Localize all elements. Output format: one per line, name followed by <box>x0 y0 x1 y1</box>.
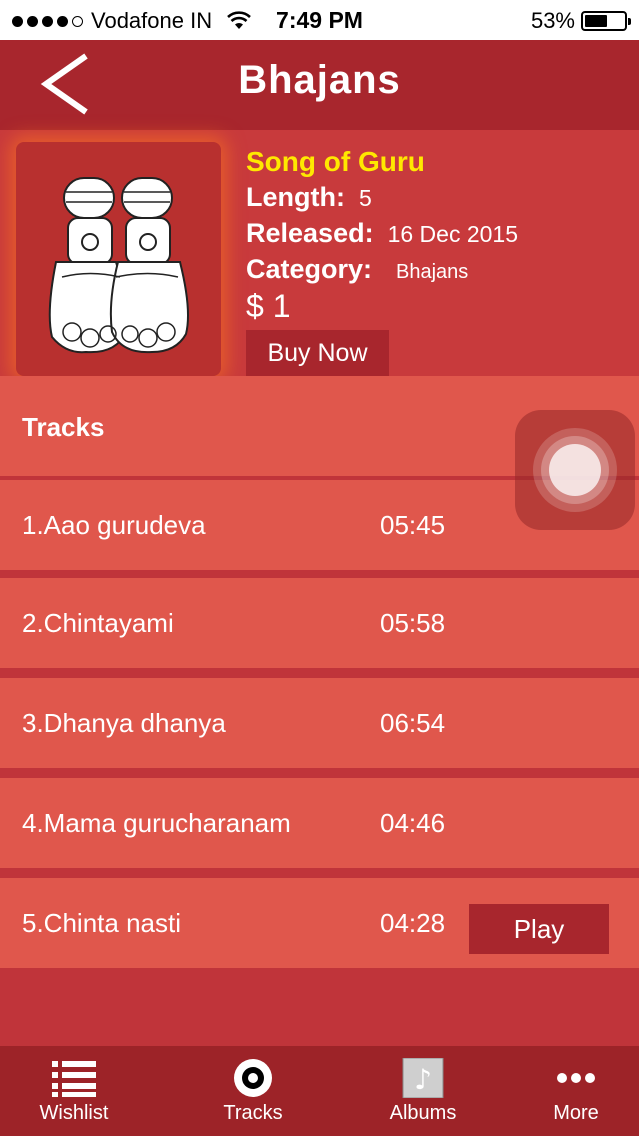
page-title: Bhajans <box>238 58 401 102</box>
track-duration: 06:54 <box>380 708 446 738</box>
released-row: Released: 16 Dec 2015 <box>246 218 518 249</box>
track-duration: 04:46 <box>380 808 446 838</box>
track-row[interactable]: 2.Chintayami 05:58 <box>0 578 639 668</box>
category-row: Category: Bhajans <box>246 254 468 285</box>
track-duration: 05:45 <box>380 510 446 540</box>
track-name: 2.Chintayami <box>22 608 174 638</box>
track-name: 5.Chinta nasti <box>22 908 181 938</box>
track-name: 4.Mama gurucharanam <box>22 808 291 838</box>
track-row[interactable]: 5.Chinta nasti 04:28 Play <box>0 878 639 968</box>
assistive-touch-button[interactable] <box>515 410 635 530</box>
tab-label: Albums <box>389 1102 457 1124</box>
tab-tracks[interactable]: Tracks <box>193 1046 313 1136</box>
guru-feet-illustration <box>48 177 189 354</box>
svg-text:♪: ♪ <box>414 1063 432 1096</box>
tab-bar: Wishlist Tracks ♪ Albums More <box>0 1046 639 1136</box>
battery-percent: 53% <box>530 8 575 33</box>
music-note-icon: ♪ <box>402 1058 444 1098</box>
track-name: 3.Dhanya dhanya <box>22 708 226 738</box>
album-header: Song of Guru Length: 5 Released: 16 Dec … <box>0 130 639 376</box>
tab-label: Wishlist <box>39 1102 109 1124</box>
battery-icon <box>581 11 631 31</box>
album-cover <box>16 142 221 376</box>
track-duration: 05:58 <box>380 608 446 638</box>
status-bar: Vodafone IN 7:49 PM 53% <box>0 0 639 40</box>
play-button[interactable]: Play <box>469 904 609 954</box>
tab-wishlist[interactable]: Wishlist <box>14 1046 134 1136</box>
released-label: Released: <box>246 218 374 248</box>
album-title: Song of Guru <box>246 146 425 177</box>
nav-bar: Bhajans <box>0 40 639 130</box>
category-value: Bhajans <box>396 261 469 283</box>
track-row[interactable]: 4.Mama gurucharanam 04:46 <box>0 778 639 868</box>
tracks-header-label: Tracks <box>22 412 105 442</box>
length-row: Length: 5 <box>246 182 372 213</box>
buy-now-button[interactable]: Buy Now <box>246 330 389 376</box>
tab-albums[interactable]: ♪ Albums <box>363 1046 483 1136</box>
album-price: $ 1 <box>246 288 291 324</box>
list-icon <box>52 1061 96 1097</box>
length-value: 5 <box>358 185 372 211</box>
ellipsis-icon <box>557 1073 595 1083</box>
length-label: Length: <box>246 182 345 212</box>
battery-info: 53% <box>530 8 631 34</box>
tab-more[interactable]: More <box>516 1046 636 1136</box>
tab-label: More <box>553 1102 599 1124</box>
category-label: Category: <box>246 254 373 284</box>
tab-label: Tracks <box>223 1102 283 1124</box>
released-value: 16 Dec 2015 <box>387 221 519 247</box>
track-name: 1.Aao gurudeva <box>22 510 206 540</box>
track-row[interactable]: 3.Dhanya dhanya 06:54 <box>0 678 639 768</box>
track-duration: 04:28 <box>380 908 446 938</box>
disc-icon <box>234 1059 272 1097</box>
